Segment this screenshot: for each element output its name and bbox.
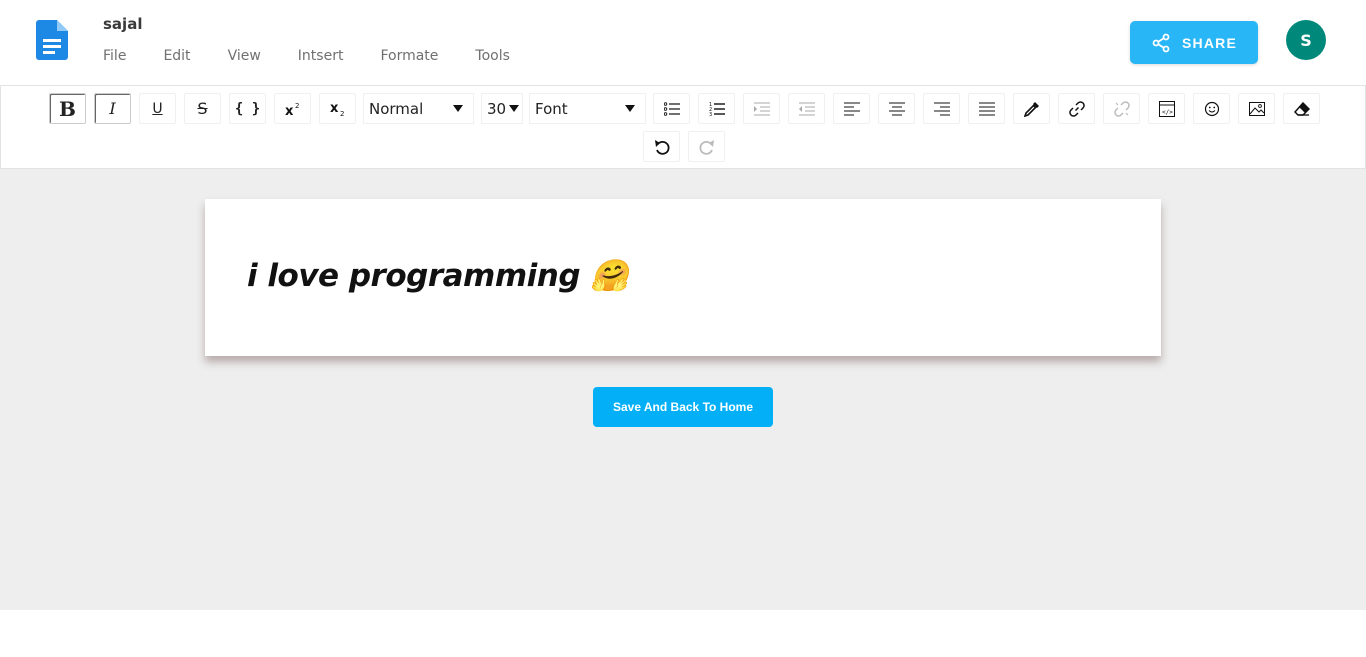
svg-text:x: x bbox=[285, 104, 294, 117]
link-icon bbox=[1068, 100, 1085, 117]
numbered-list-icon: 1 2 3 bbox=[709, 102, 725, 117]
emoji-icon bbox=[1204, 101, 1219, 116]
bold-button[interactable]: B bbox=[49, 93, 86, 124]
align-center-button[interactable] bbox=[878, 93, 915, 124]
share-button[interactable]: SHARE bbox=[1130, 21, 1258, 64]
svg-text:2: 2 bbox=[295, 102, 299, 110]
editor-workspace: i love programming 🤗 Save And Back To Ho… bbox=[0, 169, 1366, 610]
svg-text:</>: </> bbox=[1162, 109, 1173, 116]
app-header: sajal File Edit View Intsert Formate Too… bbox=[0, 0, 1366, 85]
undo-button[interactable] bbox=[643, 131, 680, 162]
italic-icon: I bbox=[109, 99, 116, 118]
subscript-icon: x 2 bbox=[330, 101, 344, 117]
align-right-button[interactable] bbox=[923, 93, 960, 124]
superscript-icon: x 2 bbox=[285, 102, 299, 117]
save-and-back-button[interactable]: Save And Back To Home bbox=[593, 387, 773, 427]
font-size-dropdown[interactable]: 30 bbox=[481, 93, 523, 124]
menu-format[interactable]: Formate bbox=[380, 48, 438, 64]
embed-icon: </> bbox=[1158, 100, 1175, 117]
image-button[interactable] bbox=[1238, 93, 1275, 124]
svg-text:x: x bbox=[330, 101, 339, 116]
align-left-button[interactable] bbox=[833, 93, 870, 124]
menu-view[interactable]: View bbox=[228, 48, 261, 64]
svg-text:3: 3 bbox=[709, 112, 712, 117]
share-label: SHARE bbox=[1181, 34, 1237, 51]
user-avatar[interactable]: S bbox=[1286, 20, 1326, 60]
undo-icon bbox=[654, 139, 669, 155]
underline-button[interactable]: U bbox=[139, 93, 176, 124]
eyedropper-icon bbox=[1023, 101, 1039, 117]
menu-file[interactable]: File bbox=[103, 48, 126, 64]
block-type-dropdown[interactable]: Normal bbox=[363, 93, 474, 124]
align-justify-icon bbox=[978, 102, 995, 115]
redo-icon bbox=[699, 139, 714, 155]
image-icon bbox=[1248, 101, 1265, 116]
caret-down-icon bbox=[625, 105, 635, 112]
document-icon[interactable] bbox=[36, 20, 68, 60]
document-page[interactable]: i love programming 🤗 bbox=[205, 199, 1161, 356]
unlink-icon bbox=[1113, 100, 1130, 117]
font-size-value: 30 bbox=[487, 99, 507, 118]
outdent-icon bbox=[798, 102, 815, 115]
document-title[interactable]: sajal bbox=[103, 15, 142, 33]
font-family-dropdown[interactable]: Font bbox=[529, 93, 646, 124]
svg-text:2: 2 bbox=[340, 110, 344, 117]
align-left-icon bbox=[843, 102, 860, 115]
italic-button[interactable]: I bbox=[94, 93, 131, 124]
code-button[interactable]: { } bbox=[229, 93, 266, 124]
caret-down-icon bbox=[509, 105, 519, 112]
menu-tools[interactable]: Tools bbox=[475, 48, 510, 64]
text-color-button[interactable] bbox=[1013, 93, 1050, 124]
document-content[interactable]: i love programming 🤗 bbox=[247, 257, 629, 294]
align-justify-button[interactable] bbox=[968, 93, 1005, 124]
unordered-list-button[interactable] bbox=[653, 93, 690, 124]
strikethrough-icon: S bbox=[197, 99, 208, 118]
editor-toolbar: B I U S { } x 2 x 2 Normal 30 Font 1 2 3… bbox=[0, 85, 1366, 169]
link-button[interactable] bbox=[1058, 93, 1095, 124]
redo-button[interactable] bbox=[688, 131, 725, 162]
bold-icon: B bbox=[59, 96, 76, 121]
indent-button[interactable] bbox=[743, 93, 780, 124]
font-family-value: Font bbox=[535, 99, 568, 118]
eraser-icon bbox=[1293, 101, 1310, 116]
bullet-list-icon bbox=[663, 101, 680, 116]
caret-down-icon bbox=[453, 105, 463, 112]
strikethrough-button[interactable]: S bbox=[184, 93, 221, 124]
subscript-button[interactable]: x 2 bbox=[319, 93, 356, 124]
menu-bar: File Edit View Intsert Formate Tools bbox=[103, 48, 547, 64]
align-right-icon bbox=[933, 102, 950, 115]
share-icon bbox=[1152, 33, 1170, 52]
outdent-button[interactable] bbox=[788, 93, 825, 124]
code-icon: { } bbox=[234, 100, 261, 117]
block-type-value: Normal bbox=[369, 99, 424, 118]
menu-insert[interactable]: Intsert bbox=[298, 48, 344, 64]
superscript-button[interactable]: x 2 bbox=[274, 93, 311, 124]
remove-format-button[interactable] bbox=[1283, 93, 1320, 124]
menu-edit[interactable]: Edit bbox=[163, 48, 190, 64]
emoji-button[interactable] bbox=[1193, 93, 1230, 124]
embed-button[interactable]: </> bbox=[1148, 93, 1185, 124]
underline-icon: U bbox=[152, 100, 163, 117]
ordered-list-button[interactable]: 1 2 3 bbox=[698, 93, 735, 124]
align-center-icon bbox=[888, 102, 905, 115]
unlink-button[interactable] bbox=[1103, 93, 1140, 124]
indent-icon bbox=[753, 102, 770, 115]
